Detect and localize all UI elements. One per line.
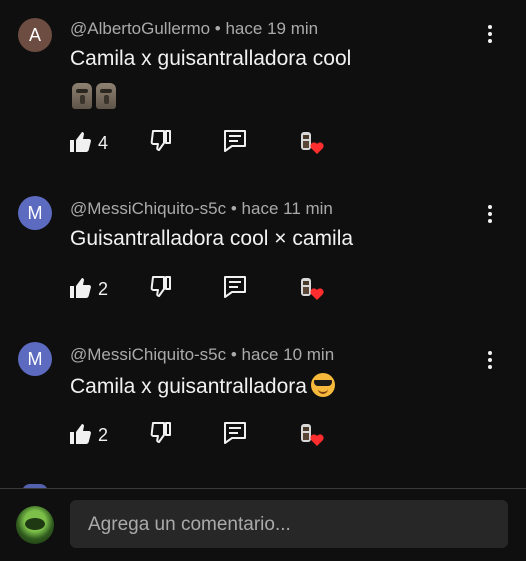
comment-text-content: Camila x guisantralladora (70, 375, 307, 398)
avatar[interactable]: A (18, 18, 52, 52)
comment-reply-icon (224, 130, 246, 152)
reply-button[interactable] (222, 128, 252, 158)
like-count: 2 (98, 279, 109, 299)
my-avatar[interactable] (16, 506, 54, 544)
comment-actions: 2 (68, 420, 338, 450)
more-options-icon[interactable] (482, 349, 498, 371)
more-options-icon[interactable] (482, 23, 498, 45)
comment-reply-icon (224, 276, 246, 298)
comment-text: Camila x guisantralladora cool (70, 47, 352, 70)
thumbs-up-icon (70, 132, 91, 152)
avatar[interactable]: M (18, 342, 52, 376)
thumbs-up-icon (70, 278, 91, 298)
thumbs-down-icon (150, 276, 171, 297)
comment-text: Guisantralladora cool × camila (70, 227, 354, 250)
reply-button[interactable] (222, 274, 252, 304)
creator-heart-badge (298, 420, 328, 450)
comment-input[interactable]: Agrega un comentario... (70, 500, 508, 548)
comment-author-time[interactable]: @AlbertoGullermo • hace 19 min (70, 19, 318, 39)
creator-heart-icon (301, 278, 324, 300)
comment-reply-icon (224, 422, 246, 444)
creator-heart-badge (298, 274, 328, 304)
like-button[interactable]: 4 (68, 128, 128, 158)
thumbs-down-icon (150, 422, 171, 443)
avatar[interactable]: M (18, 196, 52, 230)
dislike-button[interactable] (150, 274, 180, 304)
comment-emoji-line (72, 83, 116, 109)
thumbs-up-icon (70, 424, 91, 444)
creator-heart-icon (301, 424, 324, 446)
sunglasses-emoji-icon (310, 373, 335, 397)
moai-emoji-icon (96, 83, 116, 109)
creator-heart-badge (298, 128, 328, 158)
reply-button[interactable] (222, 420, 252, 450)
like-button[interactable]: 2 (68, 274, 128, 304)
more-options-icon[interactable] (482, 203, 498, 225)
comment-author-time[interactable]: @MessiChiquito-s5c • hace 10 min (70, 345, 334, 365)
like-button[interactable]: 2 (68, 420, 128, 450)
comment-actions: 4 (68, 128, 338, 158)
dislike-button[interactable] (150, 128, 180, 158)
like-count: 4 (98, 133, 109, 153)
like-count: 2 (98, 425, 109, 445)
comment-actions: 2 (68, 274, 338, 304)
moai-emoji-icon (72, 83, 92, 109)
comment-author-time[interactable]: @MessiChiquito-s5c • hace 11 min (70, 199, 333, 219)
comment-compose-bar: Agrega un comentario... (0, 488, 526, 561)
creator-heart-icon (301, 132, 324, 154)
dislike-button[interactable] (150, 420, 180, 450)
thumbs-down-icon (150, 130, 171, 151)
comment-text: Camila x guisantralladora (70, 373, 335, 399)
comment-input-placeholder: Agrega un comentario... (88, 514, 291, 535)
